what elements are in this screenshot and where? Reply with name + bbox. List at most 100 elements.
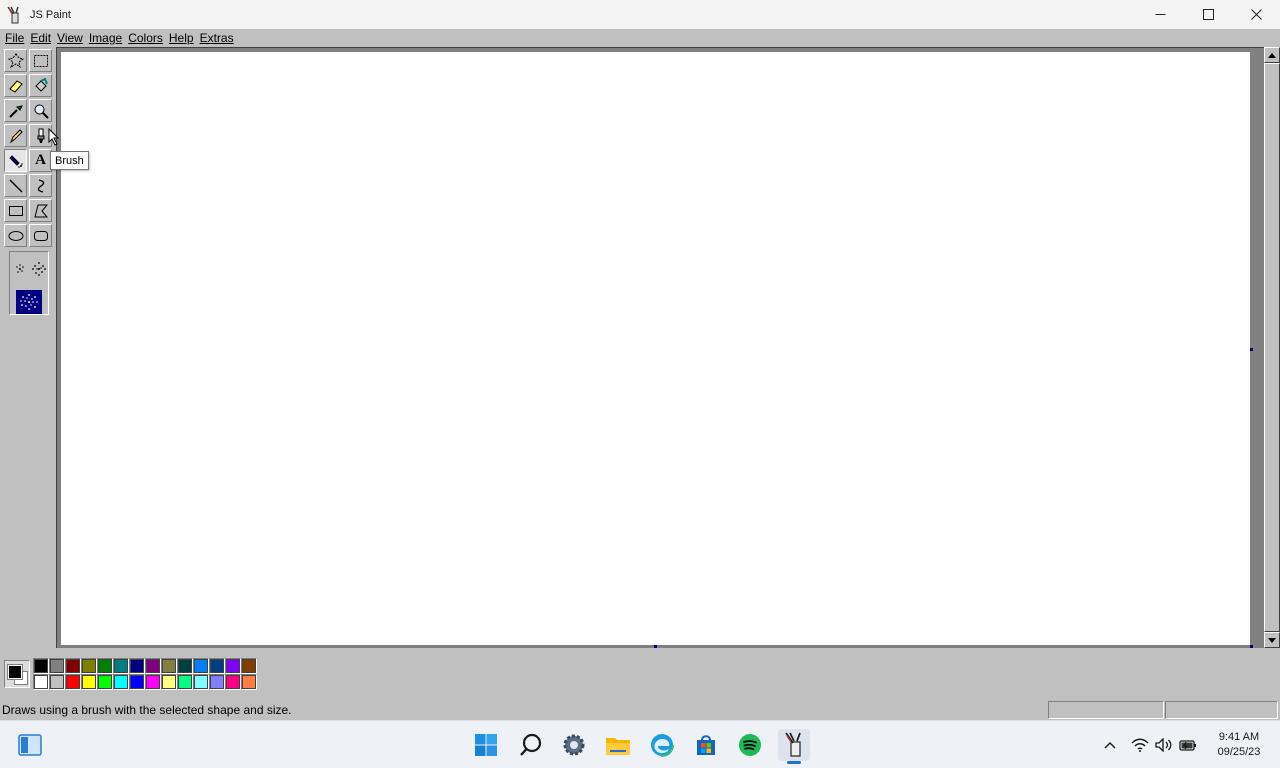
active-app-indicator — [787, 761, 801, 764]
status-field-size — [1165, 701, 1278, 719]
tool-polygon[interactable] — [29, 199, 52, 222]
tool-ellipse[interactable] — [4, 224, 27, 247]
tool-magnifier[interactable] — [29, 99, 52, 122]
palette-swatch[interactable] — [33, 658, 49, 674]
taskbar-edge[interactable] — [646, 729, 678, 761]
palette-swatch[interactable] — [209, 658, 225, 674]
palette-swatch[interactable] — [177, 674, 193, 690]
menu-image[interactable]: Image — [88, 31, 127, 45]
tool-rectangle[interactable] — [4, 199, 27, 222]
swatch-color — [242, 675, 256, 689]
palette-swatch[interactable] — [161, 674, 177, 690]
taskbar-store[interactable] — [690, 729, 722, 761]
tool-text[interactable]: A — [29, 149, 52, 172]
close-button[interactable] — [1232, 0, 1280, 29]
palette-swatch[interactable] — [193, 674, 209, 690]
tray-wifi[interactable] — [1130, 735, 1150, 755]
mouse-cursor-icon — [48, 128, 60, 146]
palette-swatch[interactable] — [193, 658, 209, 674]
palette-swatch[interactable] — [177, 658, 193, 674]
vertical-scrollbar[interactable] — [1264, 47, 1280, 648]
task-view-button[interactable] — [14, 729, 46, 761]
search-icon — [520, 733, 542, 756]
spray-medium-icon — [32, 262, 46, 276]
swatch-color — [34, 675, 48, 689]
tool-pencil[interactable] — [4, 124, 27, 147]
maximize-button[interactable] — [1184, 0, 1232, 29]
tool-free-form-select[interactable] — [4, 49, 27, 72]
tool-pick-color[interactable] — [4, 99, 27, 122]
palette-swatch[interactable] — [65, 658, 81, 674]
swatch-color — [162, 659, 176, 673]
palette-swatch[interactable] — [241, 658, 257, 674]
tray-overflow-button[interactable] — [1100, 735, 1120, 755]
tool-curve[interactable] — [29, 174, 52, 197]
system-clock[interactable]: 9:41 AM 09/25/23 — [1208, 730, 1270, 760]
canvas-resize-handle-right[interactable] — [1250, 348, 1253, 351]
palette-swatch[interactable] — [49, 674, 65, 690]
tool-tooltip: Brush — [50, 151, 89, 170]
palette-swatch[interactable] — [129, 658, 145, 674]
airbrush-icon — [8, 154, 23, 168]
palette-swatch[interactable] — [97, 674, 113, 690]
tray-battery[interactable] — [1178, 735, 1198, 755]
taskbar-jspaint[interactable] — [778, 729, 810, 761]
ellipse-icon — [8, 230, 23, 241]
palette-swatch[interactable] — [145, 658, 161, 674]
palette-swatch[interactable] — [49, 658, 65, 674]
taskbar-spotify[interactable] — [734, 729, 766, 761]
palette-swatch[interactable] — [225, 674, 241, 690]
swatch-color — [242, 659, 256, 673]
menu-edit[interactable]: Edit — [29, 31, 56, 45]
palette-swatch[interactable] — [97, 658, 113, 674]
airbrush-size-large[interactable] — [16, 290, 42, 314]
task-view-icon — [18, 734, 42, 756]
scroll-thumb[interactable] — [1264, 63, 1280, 632]
drawing-canvas[interactable] — [61, 52, 1250, 645]
palette-swatch[interactable] — [81, 674, 97, 690]
tool-eraser[interactable] — [4, 74, 27, 97]
menu-help[interactable]: Help — [168, 31, 199, 45]
swatch-color — [130, 675, 144, 689]
scroll-up-button[interactable] — [1264, 47, 1280, 63]
tool-fill-with-color[interactable] — [29, 74, 52, 97]
tray-volume[interactable] — [1154, 735, 1174, 755]
airbrush-size-medium[interactable] — [30, 260, 48, 278]
airbrush-size-small[interactable] — [13, 262, 27, 276]
taskbar-file-explorer[interactable] — [602, 729, 634, 761]
palette-swatch[interactable] — [81, 658, 97, 674]
swatch-color — [210, 659, 224, 673]
pencil-icon — [9, 128, 23, 143]
tool-rounded-rectangle[interactable] — [29, 224, 52, 247]
palette-swatch[interactable] — [113, 658, 129, 674]
palette-swatch[interactable] — [33, 674, 49, 690]
taskbar-search[interactable] — [515, 729, 547, 761]
palette-swatch[interactable] — [113, 674, 129, 690]
current-colors[interactable] — [4, 660, 30, 688]
tool-select[interactable] — [29, 49, 52, 72]
taskbar-settings[interactable] — [558, 729, 590, 761]
foreground-color-swatch[interactable] — [7, 664, 23, 680]
minimize-button[interactable] — [1136, 0, 1184, 29]
palette-swatch[interactable] — [65, 674, 81, 690]
menu-view[interactable]: View — [56, 31, 88, 45]
taskbar-start[interactable] — [470, 729, 502, 761]
swatch-color — [114, 659, 128, 673]
scroll-down-button[interactable] — [1264, 632, 1280, 648]
palette-swatch[interactable] — [225, 658, 241, 674]
tool-airbrush[interactable] — [4, 149, 27, 172]
palette-swatch[interactable] — [241, 674, 257, 690]
rounded-rectangle-icon — [33, 230, 48, 241]
palette-swatch[interactable] — [161, 658, 177, 674]
menu-file[interactable]: File — [4, 31, 29, 45]
palette-swatch[interactable] — [129, 674, 145, 690]
tool-line[interactable] — [4, 174, 27, 197]
maximize-icon — [1202, 9, 1214, 20]
menu-extras[interactable]: Extras — [199, 31, 239, 45]
clock-time: 9:41 AM — [1218, 731, 1260, 743]
palette-swatch[interactable] — [209, 674, 225, 690]
swatch-color — [226, 659, 240, 673]
palette-swatch[interactable] — [145, 674, 161, 690]
menu-colors[interactable]: Colors — [127, 31, 168, 45]
swatch-color — [66, 675, 80, 689]
